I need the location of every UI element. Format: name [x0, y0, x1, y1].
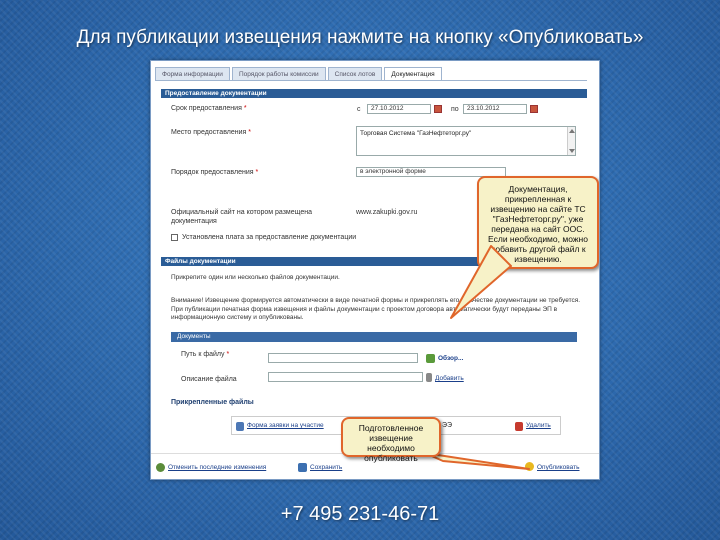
callout-bottom: Подготовленное извещение необходимо опуб… — [341, 417, 441, 463]
contact-phone: +7 495 231-46-71 — [280, 503, 440, 525]
callout-bottom-text: Подготовленное извещение необходимо опуб… — [358, 423, 424, 463]
slide-title: Для публикации извещения нажмите на кноп… — [76, 27, 644, 48]
callout-top-pointer — [450, 245, 512, 319]
callout-bottom-pointer — [424, 452, 530, 470]
screenshot-window: Форма информации Порядок работы комиссии… — [150, 60, 600, 480]
